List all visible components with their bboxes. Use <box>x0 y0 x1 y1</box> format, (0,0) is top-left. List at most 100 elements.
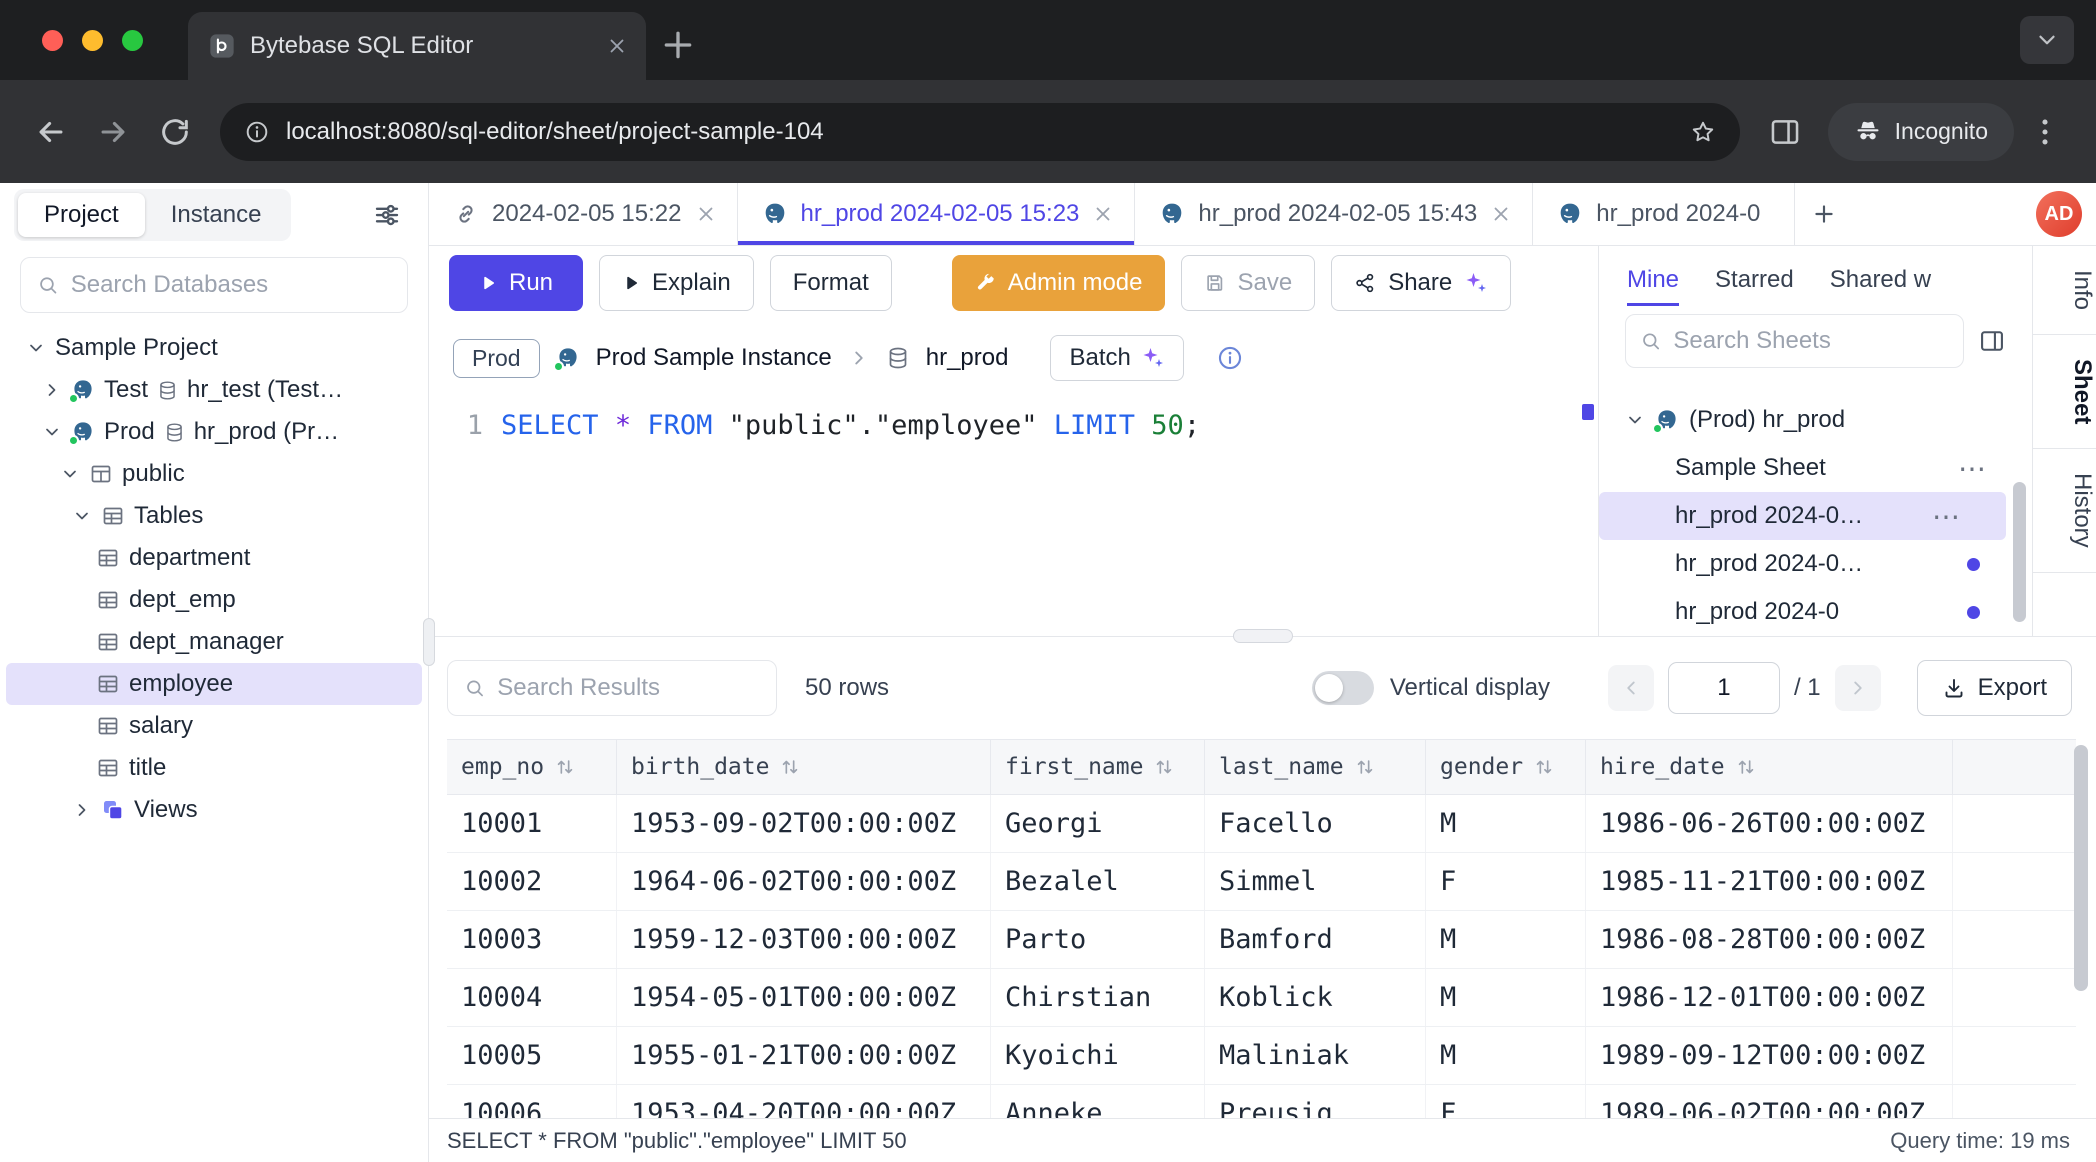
sheet-group[interactable]: (Prod) hr_prod <box>1599 396 2032 444</box>
column-header-last_name[interactable]: last_name <box>1205 740 1426 794</box>
tree-item-salary[interactable]: salary <box>0 705 428 747</box>
column-header-first_name[interactable]: first_name <box>991 740 1205 794</box>
tree-item-tables[interactable]: Tables <box>0 495 428 537</box>
tree-item-dept-emp[interactable]: dept_emp <box>0 579 428 621</box>
sql-editor[interactable]: 1 SELECT * FROM "public"."employee" LIMI… <box>429 396 1598 636</box>
prev-page-button[interactable] <box>1608 665 1654 711</box>
sort-icon[interactable] <box>1354 756 1376 778</box>
batch-button[interactable]: Batch <box>1050 335 1183 381</box>
share-button[interactable]: Share <box>1331 255 1511 311</box>
address-bar[interactable]: localhost:8080/sql-editor/sheet/project-… <box>220 103 1740 161</box>
results-search-box[interactable] <box>447 660 777 716</box>
tree-item-sample-project[interactable]: Sample Project <box>0 327 428 369</box>
sheet-search-box[interactable] <box>1625 314 1964 368</box>
sort-icon[interactable] <box>554 756 576 778</box>
close-tab-icon[interactable] <box>606 35 628 57</box>
table-row[interactable]: 100041954-05-01T00:00:00ZChirstianKoblic… <box>447 969 2076 1027</box>
tree-item-department[interactable]: department <box>0 537 428 579</box>
tab-project[interactable]: Project <box>18 193 145 237</box>
sheet-search-input[interactable] <box>1673 327 1949 355</box>
table-row[interactable]: 100061953-04-20T00:00:00ZAnnekePreusigF1… <box>447 1085 2076 1118</box>
tree-item-prod[interactable]: Prodhr_prod (Pr… <box>0 411 428 453</box>
tab-instance[interactable]: Instance <box>145 193 288 237</box>
sort-icon[interactable] <box>1533 756 1555 778</box>
worksheet-tab[interactable]: hr_prod 2024-02-05 15:23 <box>738 183 1136 245</box>
forward-button[interactable] <box>96 115 130 149</box>
run-button[interactable]: Run <box>449 255 583 311</box>
new-worksheet-button[interactable] <box>1795 183 1853 245</box>
sql-code[interactable]: SELECT * FROM "public"."employee" LIMIT … <box>501 396 1200 636</box>
expand-caret-icon[interactable] <box>72 800 92 820</box>
page-input[interactable] <box>1668 662 1780 714</box>
sheet-item[interactable]: hr_prod 2024-0… <box>1599 540 2032 588</box>
sheet-menu-icon[interactable]: ⋯ <box>1958 452 1988 485</box>
sheet-tab-shared-w[interactable]: Shared w <box>1830 246 1931 314</box>
save-button[interactable]: Save <box>1181 255 1316 311</box>
table-row[interactable]: 100031959-12-03T00:00:00ZPartoBamfordM19… <box>447 911 2076 969</box>
next-page-button[interactable] <box>1835 665 1881 711</box>
format-button[interactable]: Format <box>770 255 892 311</box>
rail-tab-info[interactable]: Info <box>2033 246 2096 335</box>
back-button[interactable] <box>34 115 68 149</box>
tree-item-views[interactable]: Views <box>0 789 428 831</box>
collapse-caret-icon[interactable] <box>26 338 46 358</box>
collapse-caret-icon[interactable] <box>72 506 92 526</box>
results-search-input[interactable] <box>497 674 760 702</box>
sidebar-resize-handle[interactable] <box>423 618 435 666</box>
collapse-caret-icon[interactable] <box>60 464 80 484</box>
table-row[interactable]: 100051955-01-21T00:00:00ZKyoichiMaliniak… <box>447 1027 2076 1085</box>
site-info-icon[interactable] <box>244 119 270 145</box>
rail-tab-history[interactable]: History <box>2033 449 2096 573</box>
tab-list-button[interactable] <box>2020 16 2074 64</box>
side-panel-icon[interactable] <box>1768 115 1802 149</box>
table-row[interactable]: 100021964-06-02T00:00:00ZBezalelSimmelF1… <box>447 853 2076 911</box>
reload-button[interactable] <box>158 115 192 149</box>
sheet-tab-starred[interactable]: Starred <box>1715 246 1794 314</box>
sort-icon[interactable] <box>1153 756 1175 778</box>
close-worksheet-icon[interactable] <box>1490 203 1512 225</box>
ai-sparkle-icon[interactable] <box>1464 271 1488 295</box>
instance-name[interactable]: Prod Sample Instance <box>596 344 832 372</box>
admin-mode-button[interactable]: Admin mode <box>952 255 1165 311</box>
sheet-item[interactable]: hr_prod 2024-0 <box>1599 588 2032 636</box>
collapse-caret-icon[interactable] <box>42 422 62 442</box>
minimize-window-button[interactable] <box>82 30 103 51</box>
zoom-window-button[interactable] <box>122 30 143 51</box>
new-tab-button[interactable] <box>658 25 698 65</box>
collapse-panel-icon[interactable] <box>1978 327 2006 355</box>
export-button[interactable]: Export <box>1917 660 2072 716</box>
filter-settings-icon[interactable] <box>372 200 402 230</box>
sheet-item[interactable]: hr_prod 2024-0…⋯ <box>1599 492 2006 540</box>
close-worksheet-icon[interactable] <box>695 203 717 225</box>
tree-item-dept-manager[interactable]: dept_manager <box>0 621 428 663</box>
bookmark-icon[interactable] <box>1690 119 1716 145</box>
user-avatar[interactable]: AD <box>2036 191 2082 237</box>
sort-icon[interactable] <box>779 756 801 778</box>
worksheet-tab[interactable]: hr_prod 2024-02-05 15:43 <box>1135 183 1533 245</box>
sheet-menu-icon[interactable]: ⋯ <box>1932 500 1962 533</box>
database-search-box[interactable] <box>20 257 408 313</box>
sort-icon[interactable] <box>1735 756 1757 778</box>
info-icon[interactable] <box>1216 344 1244 372</box>
sheet-scrollbar[interactable] <box>2013 482 2026 622</box>
vertical-display-toggle[interactable] <box>1312 671 1374 705</box>
browser-tab[interactable]: Bytebase SQL Editor <box>188 12 646 80</box>
tree-item-test[interactable]: Testhr_test (Test… <box>0 369 428 411</box>
column-header-gender[interactable]: gender <box>1426 740 1586 794</box>
browser-menu-icon[interactable] <box>2028 115 2062 149</box>
rail-tab-sheet[interactable]: Sheet <box>2033 335 2096 449</box>
sheet-tab-mine[interactable]: Mine <box>1627 246 1679 314</box>
table-row[interactable]: 100011953-09-02T00:00:00ZGeorgiFacelloM1… <box>447 795 2076 853</box>
close-window-button[interactable] <box>42 30 63 51</box>
split-drag-handle[interactable] <box>1233 629 1293 643</box>
column-header-emp_no[interactable]: emp_no <box>447 740 617 794</box>
tree-item-public[interactable]: public <box>0 453 428 495</box>
sheet-item[interactable]: Sample Sheet⋯ <box>1599 444 2032 492</box>
tree-item-employee[interactable]: employee <box>6 663 422 705</box>
worksheet-tab[interactable]: hr_prod 2024-0 <box>1533 183 1795 245</box>
column-header-birth_date[interactable]: birth_date <box>617 740 991 794</box>
worksheet-tab[interactable]: 2024-02-05 15:22 <box>429 183 738 245</box>
explain-button[interactable]: Explain <box>599 255 754 311</box>
column-header-hire_date[interactable]: hire_date <box>1586 740 1953 794</box>
collapse-caret-icon[interactable] <box>1625 410 1645 430</box>
